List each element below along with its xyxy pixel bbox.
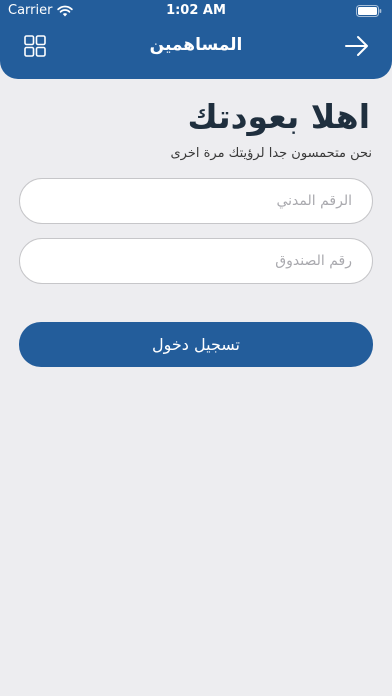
box-number-input[interactable] [19, 238, 373, 284]
civil-id-input[interactable] [19, 178, 373, 224]
status-bar: Carrier 1:02 AM [0, 0, 392, 22]
arrow-right-icon[interactable] [344, 34, 370, 58]
status-time: 1:02 AM [166, 3, 226, 18]
welcome-subtitle: نحن متحمسون جدا لرؤيتك مرة اخرى [170, 146, 372, 161]
page-title: المساهمين [149, 35, 243, 55]
welcome-heading: اهلا بعودتك [187, 97, 371, 136]
nav-bar: المساهمين [0, 30, 392, 64]
app-header: Carrier 1:02 AM المساهمين [0, 0, 392, 79]
battery-icon [356, 5, 382, 17]
login-button[interactable]: تسجيل دخول [19, 322, 373, 367]
